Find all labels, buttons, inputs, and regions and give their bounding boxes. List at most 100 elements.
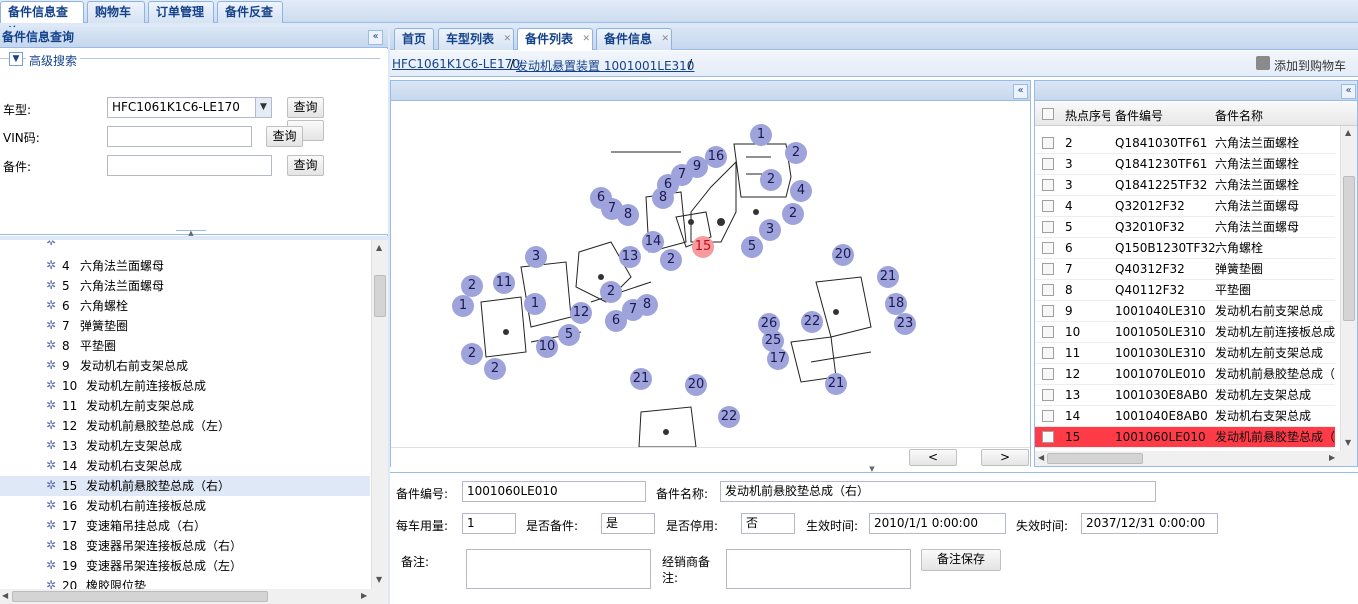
row-checkbox[interactable] bbox=[1042, 137, 1054, 149]
tree-item[interactable]: ✲ 15 发动机前悬胶垫总成（右） bbox=[0, 476, 370, 496]
disabled-field[interactable]: 否 bbox=[741, 513, 795, 534]
hotspot-marker[interactable]: 23 bbox=[894, 313, 916, 335]
query-vin-button[interactable]: 查询 bbox=[266, 126, 303, 147]
code-field[interactable]: 1001060LE010 bbox=[462, 481, 646, 502]
row-checkbox[interactable] bbox=[1042, 263, 1054, 275]
hotspot-marker[interactable]: 20 bbox=[832, 244, 854, 266]
dealer-remark-textarea[interactable] bbox=[726, 549, 911, 589]
hotspot-marker[interactable]: 2 bbox=[461, 343, 483, 365]
col-part-code[interactable]: 备件编号 bbox=[1115, 107, 1163, 124]
table-row[interactable]: 5 Q32010F32 六角法兰面螺母 bbox=[1035, 217, 1335, 238]
row-checkbox[interactable] bbox=[1042, 158, 1054, 170]
hotspot-marker[interactable]: 3 bbox=[759, 219, 781, 241]
hotspot-marker[interactable]: 14 bbox=[642, 231, 664, 253]
hotspot-marker[interactable]: 2 bbox=[785, 142, 807, 164]
tree-item[interactable]: ✲ 16 发动机右前连接板总成 bbox=[0, 496, 370, 516]
row-checkbox[interactable] bbox=[1042, 431, 1054, 443]
hotspot-marker[interactable]: 1 bbox=[750, 124, 772, 146]
tree-item[interactable]: ✲ 11 发动机左前支架总成 bbox=[0, 396, 370, 416]
breadcrumb-car-link[interactable]: HFC1061K1C6-LE170 bbox=[392, 57, 520, 71]
tree-item[interactable]: ✲ 18 变速器吊架连接板总成（右） bbox=[0, 536, 370, 556]
table-row[interactable]: 3 Q1841225TF32 六角法兰面螺栓 bbox=[1035, 175, 1335, 196]
name-field[interactable]: 发动机前悬胶垫总成（右） bbox=[720, 481, 1156, 502]
hotspot-marker[interactable]: 8 bbox=[652, 187, 674, 209]
tree-item[interactable]: ✲ 7 弹簧垫圈 bbox=[0, 316, 370, 336]
tab-reverse-query[interactable]: 备件反查 bbox=[217, 1, 283, 23]
hotspot-marker[interactable]: 13 bbox=[619, 246, 641, 268]
is-part-field[interactable]: 是 bbox=[601, 513, 655, 534]
tree-item[interactable]: ✲ 9 发动机右前支架总成 bbox=[0, 356, 370, 376]
hotspot-marker[interactable]: 3 bbox=[525, 246, 547, 268]
hotspot-marker[interactable]: 20 bbox=[685, 374, 707, 396]
hotspot-marker[interactable]: 11 bbox=[493, 272, 515, 294]
hotspot-marker[interactable]: 5 bbox=[741, 236, 763, 258]
table-row[interactable]: 8 Q40112F32 平垫圈 bbox=[1035, 280, 1335, 301]
end-field[interactable]: 2037/12/31 0:00:00 bbox=[1081, 513, 1218, 534]
prev-button[interactable]: < bbox=[909, 449, 957, 466]
remark-textarea[interactable] bbox=[466, 549, 651, 589]
hotspot-marker[interactable]: 21 bbox=[877, 266, 899, 288]
tree-item[interactable]: ✲ 5 六角法兰面螺母 bbox=[0, 276, 370, 296]
hotspot-marker[interactable]: 12 bbox=[570, 302, 592, 324]
table-row[interactable]: 2 Q1841030TF61 六角法兰面螺栓 bbox=[1035, 133, 1335, 154]
grid-vscrollbar[interactable]: ▲ ▼ bbox=[1340, 126, 1357, 451]
col-part-name[interactable]: 备件名称 bbox=[1215, 107, 1263, 124]
tree-item[interactable]: ✲ 19 变速器吊架连接板总成（左） bbox=[0, 556, 370, 576]
breadcrumb-assembly-link[interactable]: 发动机悬置装置 1001001LE310 bbox=[516, 57, 694, 74]
table-row[interactable]: 6 Q150B1230TF32 六角螺栓 bbox=[1035, 238, 1335, 259]
tree-item[interactable]: ✲ 13 发动机左支架总成 bbox=[0, 436, 370, 456]
query-part-button[interactable]: 查询 bbox=[287, 155, 324, 176]
tab-part-query[interactable]: 备件信息查询 bbox=[0, 1, 84, 39]
collapse-left-icon[interactable]: « bbox=[368, 30, 383, 45]
hotspot-marker[interactable]: 18 bbox=[885, 293, 907, 315]
hotspot-marker[interactable]: 10 bbox=[536, 336, 558, 358]
hotspot-marker[interactable]: 5 bbox=[558, 324, 580, 346]
tab-part-info[interactable]: 备件信息 ✕ bbox=[596, 28, 672, 50]
hotspot-marker[interactable]: 2 bbox=[461, 275, 483, 297]
table-row[interactable]: 9 1001040LE310 发动机右前支架总成 bbox=[1035, 301, 1335, 322]
qty-field[interactable]: 1 bbox=[462, 513, 516, 534]
grid-hscrollbar[interactable]: ◀ ▶ bbox=[1035, 451, 1357, 466]
tree-item[interactable]: ✲ 17 变速箱吊挂总成（右） bbox=[0, 516, 370, 536]
table-row[interactable]: 4 Q32012F32 六角法兰面螺母 bbox=[1035, 196, 1335, 217]
car-select[interactable]: HFC1061K1C6-LE170 bbox=[107, 97, 272, 118]
tree-item[interactable]: ✲ 12 发动机前悬胶垫总成（左） bbox=[0, 416, 370, 436]
table-row[interactable]: 11 1001030LE310 发动机左前支架总成 bbox=[1035, 343, 1335, 364]
tab-orders[interactable]: 订单管理 bbox=[148, 1, 214, 23]
row-checkbox[interactable] bbox=[1042, 221, 1054, 233]
hotspot-marker[interactable]: 4 bbox=[790, 180, 812, 202]
row-checkbox[interactable] bbox=[1042, 368, 1054, 380]
splitter-handle[interactable]: ▲ bbox=[176, 230, 206, 237]
table-row[interactable]: 10 1001050LE310 发动机左前连接板总成 bbox=[1035, 322, 1335, 343]
select-all-checkbox[interactable] bbox=[1042, 108, 1054, 120]
table-row[interactable]: 12 1001070LE010 发动机前悬胶垫总成（ bbox=[1035, 364, 1335, 385]
hotspot-marker[interactable]: 22 bbox=[718, 406, 740, 428]
query-car-button[interactable]: 查询 bbox=[287, 97, 324, 118]
tree-item[interactable]: ✲ 6 六角螺栓 bbox=[0, 296, 370, 316]
tree-item[interactable]: ✲ 14 发动机右支架总成 bbox=[0, 456, 370, 476]
row-checkbox[interactable] bbox=[1042, 284, 1054, 296]
row-checkbox[interactable] bbox=[1042, 305, 1054, 317]
row-checkbox[interactable] bbox=[1042, 200, 1054, 212]
tree-vscrollbar[interactable]: ▲ ▼ bbox=[371, 240, 388, 589]
hotspot-marker[interactable]: 17 bbox=[767, 348, 789, 370]
row-checkbox[interactable] bbox=[1042, 410, 1054, 422]
start-field[interactable]: 2010/1/1 0:00:00 bbox=[869, 513, 1006, 534]
hotspot-marker[interactable]: 22 bbox=[801, 311, 823, 333]
tab-parts-list[interactable]: 备件列表 ✕ bbox=[517, 28, 593, 50]
close-icon[interactable]: ✕ bbox=[582, 29, 590, 49]
table-row[interactable]: 7 Q40312F32 弹簧垫圈 bbox=[1035, 259, 1335, 280]
hotspot-marker[interactable]: 1 bbox=[524, 293, 546, 315]
table-row[interactable]: 15 1001060LE010 发动机前悬胶垫总成（ bbox=[1035, 427, 1335, 448]
tree-item[interactable]: ✲ 10 发动机左前连接板总成 bbox=[0, 376, 370, 396]
add-to-cart-button[interactable]: 添加到购物车 bbox=[1274, 57, 1346, 74]
chevron-down-icon[interactable]: ▼ bbox=[255, 98, 271, 117]
tree-item[interactable]: ✲ 8 平垫圈 bbox=[0, 336, 370, 356]
row-checkbox[interactable] bbox=[1042, 242, 1054, 254]
close-icon[interactable]: ✕ bbox=[661, 29, 669, 49]
col-hotspot[interactable]: 热点序号 bbox=[1065, 107, 1110, 124]
table-row[interactable]: 13 1001030E8AB0 发动机左支架总成 bbox=[1035, 385, 1335, 406]
table-row[interactable]: 3 Q1841230TF61 六角法兰面螺栓 bbox=[1035, 154, 1335, 175]
part-input[interactable] bbox=[107, 155, 272, 176]
hotspot-marker[interactable]: 8 bbox=[636, 294, 658, 316]
